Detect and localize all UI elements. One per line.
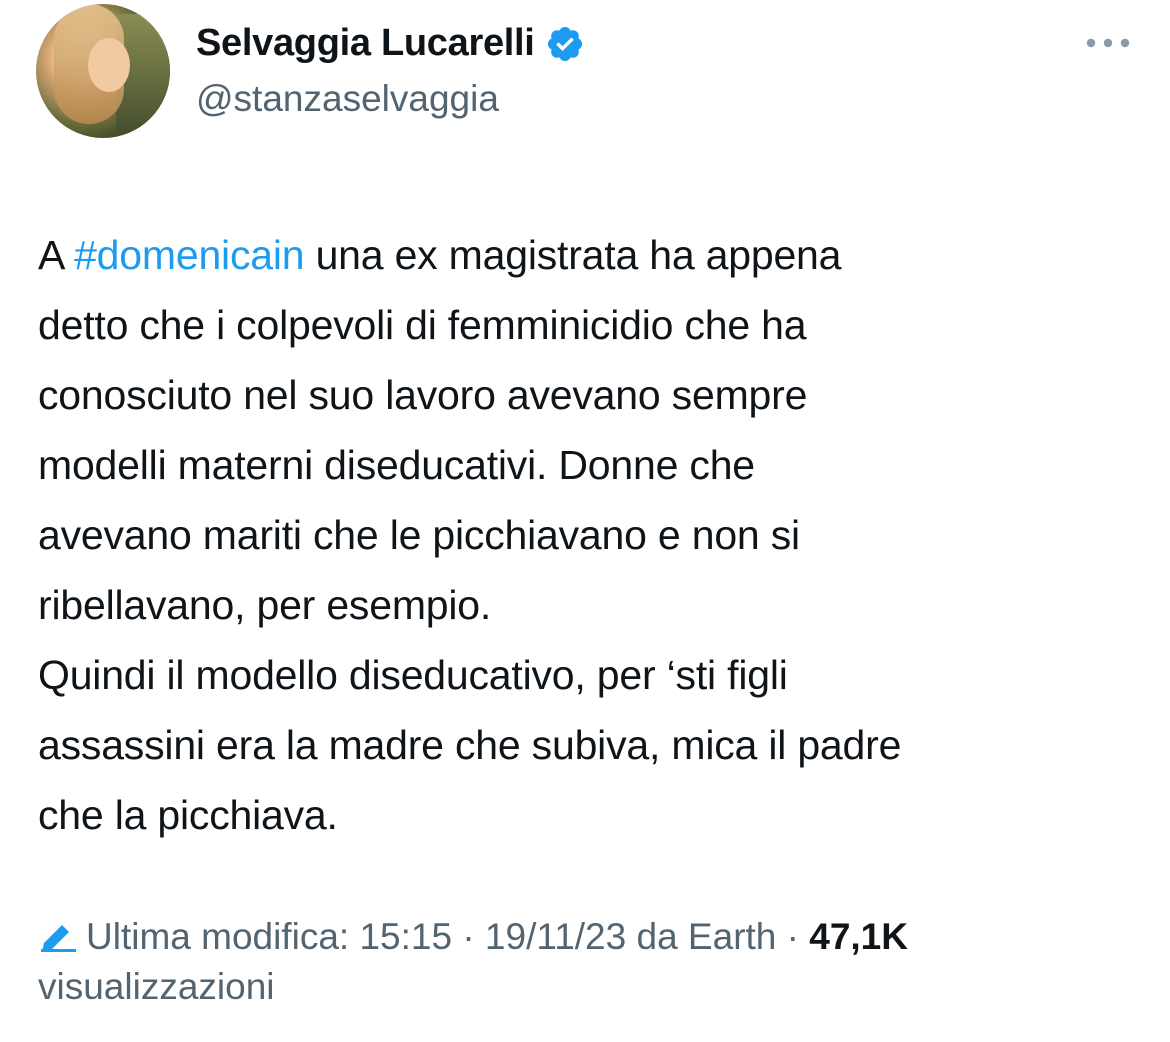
pencil-edit-icon — [41, 925, 76, 952]
avatar-face — [88, 38, 130, 92]
tweet-body: una ex magistrata ha appena detto che i … — [38, 232, 902, 838]
tweet-prefix: A — [38, 232, 75, 278]
views-label: visualizzazioni — [38, 966, 275, 1007]
edited-timestamp[interactable]: Ultima modifica: 15:15 · 19/11/23 — [86, 916, 626, 957]
hashtag-link[interactable]: #domenicain — [74, 232, 304, 278]
views-count: 47,1K — [809, 916, 908, 957]
avatar[interactable] — [36, 4, 170, 138]
verified-badge-icon — [547, 26, 582, 61]
author-name[interactable]: Selvaggia Lucarelli — [196, 22, 535, 65]
more-horizontal-icon[interactable] — [1084, 36, 1132, 50]
tweet-meta: Ultima modifica: 15:15 · 19/11/23 da Ear… — [38, 912, 1138, 1012]
author-name-row: Selvaggia Lucarelli — [196, 22, 585, 65]
tweet-source: da Earth · — [626, 916, 810, 957]
author-handle[interactable]: @stanzaselvaggia — [196, 78, 499, 120]
tweet-text: A #domenicain una ex magistrata ha appen… — [38, 220, 1138, 850]
